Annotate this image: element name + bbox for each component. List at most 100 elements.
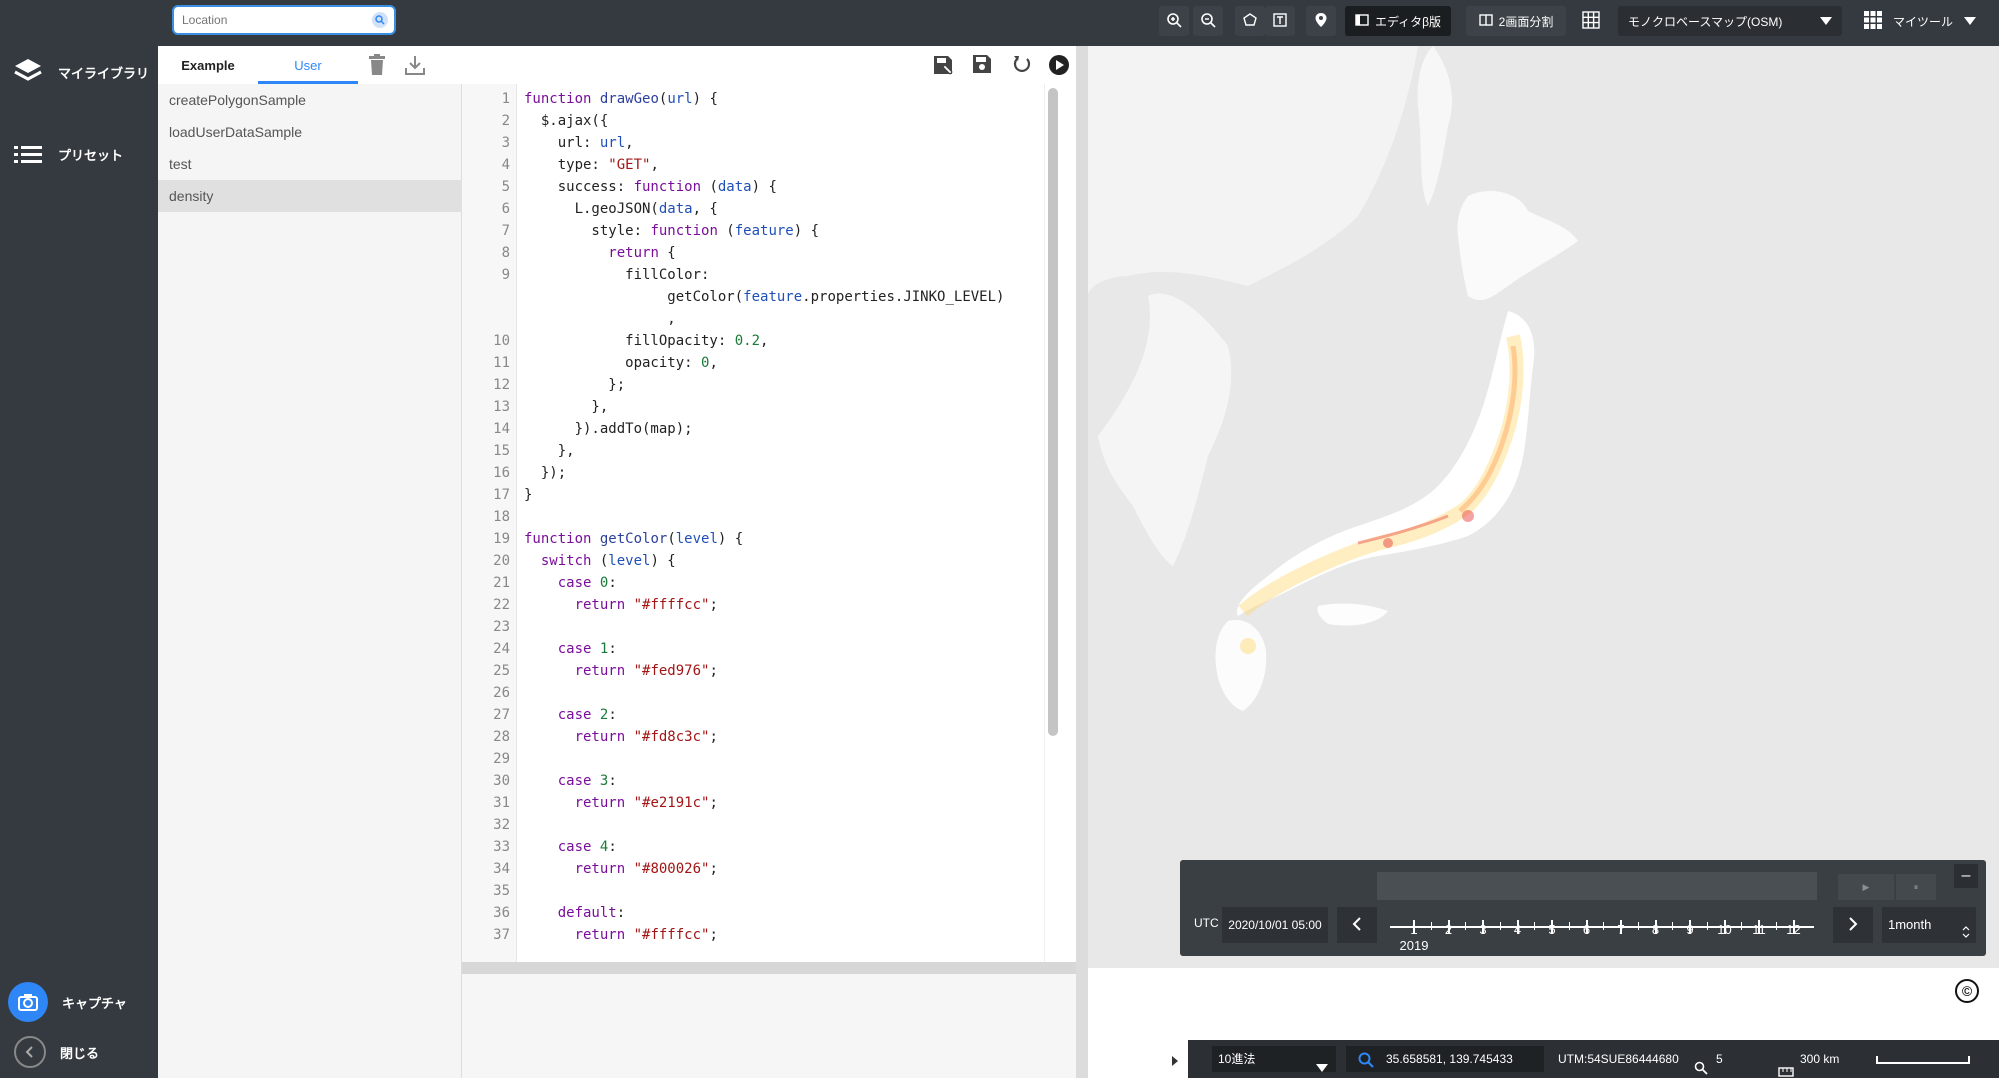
time-slider-panel: ▶ ⏸ – UTC 2020/10/01 05:00 2019 12345678…	[1180, 860, 1986, 956]
editor-toolbar	[462, 46, 1076, 84]
sidebar-item-capture[interactable]: キャプチャ	[8, 982, 127, 1022]
line-number: 20	[493, 553, 510, 569]
editor-horizontal-scrollbar[interactable]	[462, 962, 1076, 974]
line-number: 13	[493, 399, 510, 415]
trash-icon[interactable]	[368, 54, 386, 79]
split-screen-label: 2画面分割	[1498, 14, 1554, 29]
split-screen-button[interactable]: 2画面分割	[1466, 6, 1566, 36]
line-number: 28	[493, 729, 510, 745]
save-icon[interactable]	[972, 54, 992, 77]
line-number: 16	[493, 465, 510, 481]
code-editor[interactable]: 1 2 3 4 5 6 7 8 9 10 11 12 13 14 15 16 17 18 19 20 21 22 23 24 2…	[462, 84, 1076, 962]
sidebar-item-label: キャプチャ	[62, 995, 127, 1011]
dropdown-arrow-icon	[1316, 1055, 1328, 1078]
dropdown-arrow-icon	[1963, 14, 1976, 28]
timeline-minor-tick	[1706, 922, 1708, 930]
line-number: 3	[501, 135, 510, 151]
scale-value: 300 km	[1800, 1052, 1840, 1066]
mytools-menu[interactable]: マイツール	[1854, 6, 1986, 36]
download-icon[interactable]	[404, 54, 426, 79]
sidebar-item-preset[interactable]: プリセット	[12, 138, 123, 170]
code-area[interactable]: function drawGeo(url) { $.ajax({ url: ur…	[524, 84, 1044, 962]
pentagon-icon	[1242, 12, 1258, 31]
current-datetime[interactable]: 2020/10/01 05:00	[1222, 907, 1328, 943]
list-item-selected[interactable]: density	[158, 180, 462, 212]
grid-button[interactable]	[1576, 6, 1606, 36]
search-icon[interactable]	[372, 12, 388, 28]
play-button[interactable]: ▶	[1838, 874, 1894, 900]
sidebar-item-close[interactable]: 閉じる	[12, 1036, 99, 1068]
line-number: 23	[493, 619, 510, 635]
chevron-left-icon	[14, 1036, 46, 1068]
undo-icon[interactable]	[1012, 54, 1032, 77]
next-button[interactable]	[1833, 907, 1873, 943]
coordinate-value: 35.658581, 139.745433	[1386, 1052, 1513, 1066]
line-number: 21	[493, 575, 510, 591]
month-label: 7	[1617, 922, 1625, 937]
timeline-minor-tick	[1568, 922, 1570, 930]
apps-grid-icon	[1864, 10, 1882, 32]
list-item[interactable]: loadUserDataSample	[158, 116, 462, 148]
editor-beta-label: エディタβ版	[1374, 14, 1442, 29]
status-bar-inner: 10進法 35.658581, 139.745433 UTM:54SUE8644…	[1188, 1040, 1999, 1078]
search-input[interactable]	[182, 11, 362, 29]
search-box	[172, 5, 396, 35]
line-number: 14	[493, 421, 510, 437]
timeline-minor-tick	[1637, 922, 1639, 930]
line-number: 17	[493, 487, 510, 503]
line-number: 22	[493, 597, 510, 613]
zoom-in-icon	[1166, 12, 1182, 31]
zoom-out-button[interactable]	[1193, 6, 1223, 36]
tab-user[interactable]: User	[258, 46, 358, 84]
editor-scrollbar[interactable]	[1048, 88, 1058, 736]
library-panel: Example User createPolygonSample loadUse…	[158, 46, 462, 1078]
save-as-icon[interactable]	[932, 54, 954, 79]
pause-button[interactable]: ⏸	[1896, 874, 1936, 900]
list-item[interactable]: createPolygonSample	[158, 84, 462, 116]
magnifier-icon	[1694, 1052, 1708, 1078]
panel-divider[interactable]	[1076, 46, 1088, 1078]
line-number: 2	[501, 113, 510, 129]
grid-icon	[1582, 10, 1600, 32]
time-progress-track[interactable]	[1377, 872, 1817, 900]
interval-select[interactable]: 1month	[1882, 907, 1976, 943]
run-icon[interactable]	[1048, 54, 1070, 79]
sidebar-item-my-library[interactable]: マイライブラリ	[12, 56, 149, 88]
copyright-icon[interactable]: ©	[1955, 979, 1979, 1003]
tab-example[interactable]: Example	[158, 46, 258, 84]
line-number: 8	[501, 245, 510, 261]
map[interactable]	[1088, 46, 1999, 968]
utm-value: UTM:54SUE86444680	[1558, 1052, 1679, 1066]
editor-beta-button[interactable]: エディタβ版	[1345, 6, 1451, 36]
marker-button[interactable]	[1306, 6, 1336, 36]
camera-icon	[8, 982, 48, 1022]
month-label: 4	[1513, 922, 1522, 937]
dropdown-arrow-icon	[1820, 14, 1832, 28]
timeline-minor-tick	[1603, 922, 1605, 930]
line-number: 9	[501, 267, 510, 283]
timeline-axis[interactable]: 2019 1 2 3 4 5 6 7 8 9 10 11 12	[1390, 914, 1814, 954]
zoom-level: 5	[1694, 1040, 1723, 1078]
basemap-select[interactable]: モノクロベースマップ(OSM)	[1618, 6, 1842, 36]
sidebar-item-label: 閉じる	[60, 1045, 100, 1061]
line-number: 4	[501, 157, 510, 173]
minimize-button[interactable]: –	[1954, 864, 1978, 888]
timeline-minor-tick	[1672, 922, 1674, 930]
draw-text-button[interactable]	[1265, 6, 1295, 36]
line-number: 37	[493, 927, 510, 943]
split-view-icon	[1478, 13, 1493, 29]
previous-button[interactable]	[1337, 907, 1377, 943]
top-bar: エディタβ版 2画面分割 モノクロベースマップ(OSM) マイツール	[158, 0, 1999, 46]
expand-arrow-icon[interactable]	[1172, 1053, 1178, 1069]
draw-polygon-button[interactable]	[1235, 6, 1265, 36]
coordinate-display[interactable]: 35.658581, 139.745433	[1346, 1046, 1544, 1072]
month-label: 2	[1444, 922, 1453, 937]
utc-label: UTC	[1194, 916, 1219, 930]
map-footer-area	[1088, 968, 1999, 1044]
line-number: 24	[493, 641, 510, 657]
line-number: 25	[493, 663, 510, 679]
notation-select[interactable]: 10進法	[1212, 1046, 1336, 1072]
list-item[interactable]: test	[158, 148, 462, 180]
zoom-in-button[interactable]	[1159, 6, 1189, 36]
line-number: 15	[493, 443, 510, 459]
